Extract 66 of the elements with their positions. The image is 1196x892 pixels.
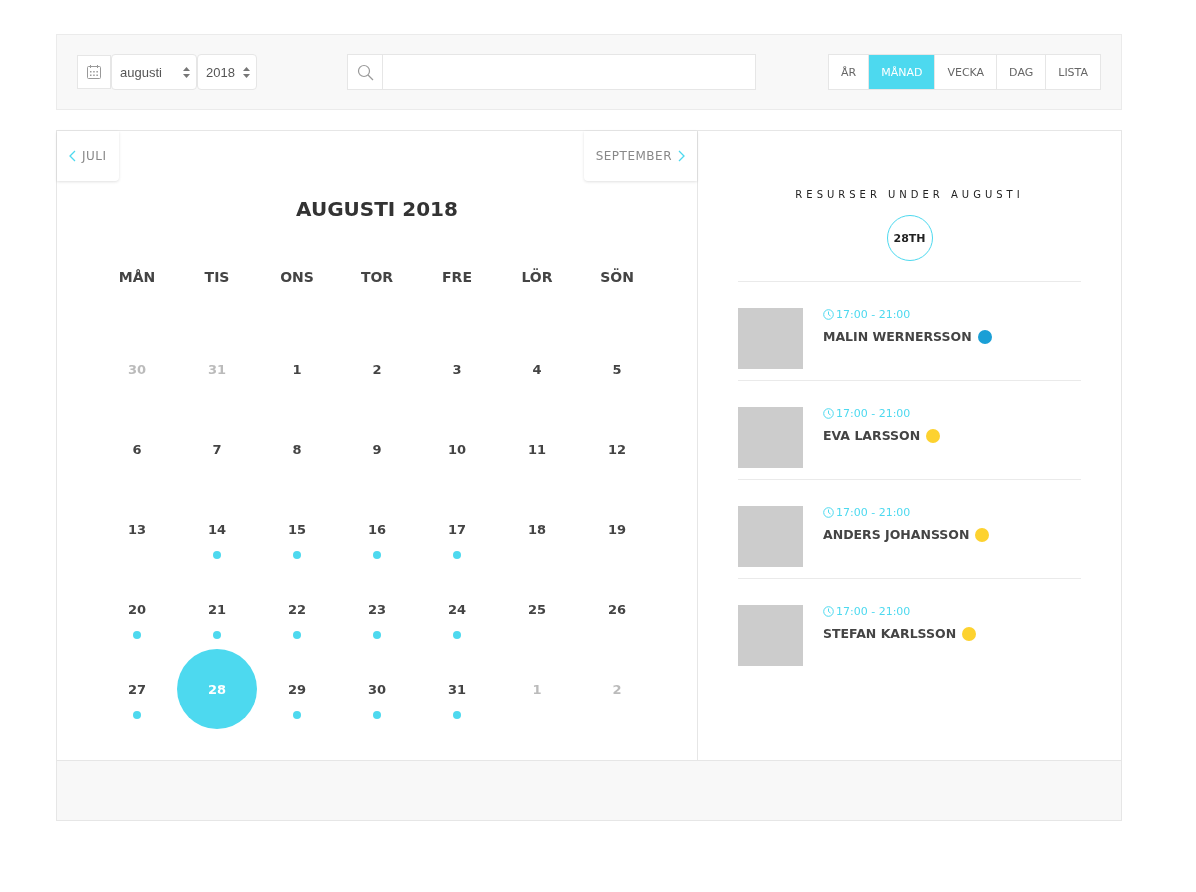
- day-number[interactable]: 31: [447, 669, 467, 709]
- weekday-label: TOR: [360, 269, 394, 285]
- time-range: 17:00 - 21:00: [836, 506, 911, 519]
- day-number[interactable]: 12: [607, 429, 627, 469]
- day-number[interactable]: 7: [212, 429, 222, 469]
- clock-icon: [823, 507, 834, 518]
- clock-icon: [823, 309, 834, 320]
- resource-name: EVA LARSSON: [823, 428, 921, 443]
- photo-placeholder: [738, 308, 803, 369]
- weekday-label: SÖN: [600, 269, 634, 285]
- next-month-button[interactable]: SEPTEMBER: [583, 131, 697, 181]
- time-range: 17:00 - 21:00: [836, 407, 911, 420]
- day-number[interactable]: 10: [447, 429, 467, 469]
- sort-caret-icon: [183, 66, 190, 78]
- time-range: 17:00 - 21:00: [836, 605, 911, 618]
- chevron-left-icon: [69, 150, 76, 162]
- day-number[interactable]: 21: [207, 589, 227, 629]
- search-field[interactable]: [383, 54, 756, 90]
- weekday-label: LÖR: [521, 269, 553, 285]
- previous-month-button[interactable]: JULI: [57, 131, 119, 181]
- day-number[interactable]: 14: [207, 509, 227, 549]
- weekday-label: MÅN: [118, 269, 156, 285]
- day-number[interactable]: 13: [127, 509, 147, 549]
- day-number[interactable]: 2: [372, 349, 382, 389]
- day-number[interactable]: 25: [527, 589, 547, 629]
- day-number[interactable]: 30: [367, 669, 387, 709]
- photo-placeholder: [738, 407, 803, 468]
- month-select[interactable]: augusti: [111, 54, 197, 90]
- clock-icon: [823, 606, 834, 617]
- photo-placeholder: [738, 605, 803, 666]
- day-number[interactable]: 26: [607, 589, 627, 629]
- resource-name: STEFAN KARLSSON: [823, 626, 957, 641]
- day-number[interactable]: 17: [447, 509, 467, 549]
- day-number[interactable]: 23: [367, 589, 387, 629]
- sort-caret-icon: [243, 66, 250, 78]
- resources-heading: RESURSER UNDER AUGUSTI: [794, 189, 1025, 200]
- day-number[interactable]: 1: [292, 349, 302, 389]
- day-number[interactable]: 20: [127, 589, 147, 629]
- clock-icon: [823, 408, 834, 419]
- day-number[interactable]: 5: [612, 349, 622, 389]
- weekday-label: ONS: [280, 269, 314, 285]
- day-number[interactable]: 11: [527, 429, 547, 469]
- day-number[interactable]: 19: [607, 509, 627, 549]
- day-number[interactable]: 3: [452, 349, 462, 389]
- day-number[interactable]: 6: [132, 429, 142, 469]
- day-number[interactable]: 22: [287, 589, 307, 629]
- calendar-icon[interactable]: [77, 55, 111, 89]
- photo-placeholder: [738, 506, 803, 567]
- day-number[interactable]: 29: [287, 669, 307, 709]
- weekday-label: FRE: [442, 269, 472, 285]
- day-number[interactable]: 15: [287, 509, 307, 549]
- day-number[interactable]: 27: [127, 669, 147, 709]
- time-range: 17:00 - 21:00: [836, 308, 911, 321]
- day-number[interactable]: 9: [372, 429, 382, 469]
- day-number[interactable]: 8: [292, 429, 302, 469]
- weekday-label: TIS: [204, 269, 230, 285]
- month-title: AUGUSTI 2018: [295, 197, 459, 221]
- day-number[interactable]: 24: [447, 589, 467, 629]
- day-number[interactable]: 4: [532, 349, 542, 389]
- day-number[interactable]: 16: [367, 509, 387, 549]
- chevron-right-icon: [678, 150, 685, 162]
- day-number[interactable]: 18: [527, 509, 547, 549]
- resource-name: MALIN WERNERSSON: [823, 329, 972, 344]
- search-icon: [347, 54, 383, 90]
- year-select[interactable]: 2018: [197, 54, 257, 90]
- resource-name: ANDERS JOHANSSON: [823, 527, 970, 542]
